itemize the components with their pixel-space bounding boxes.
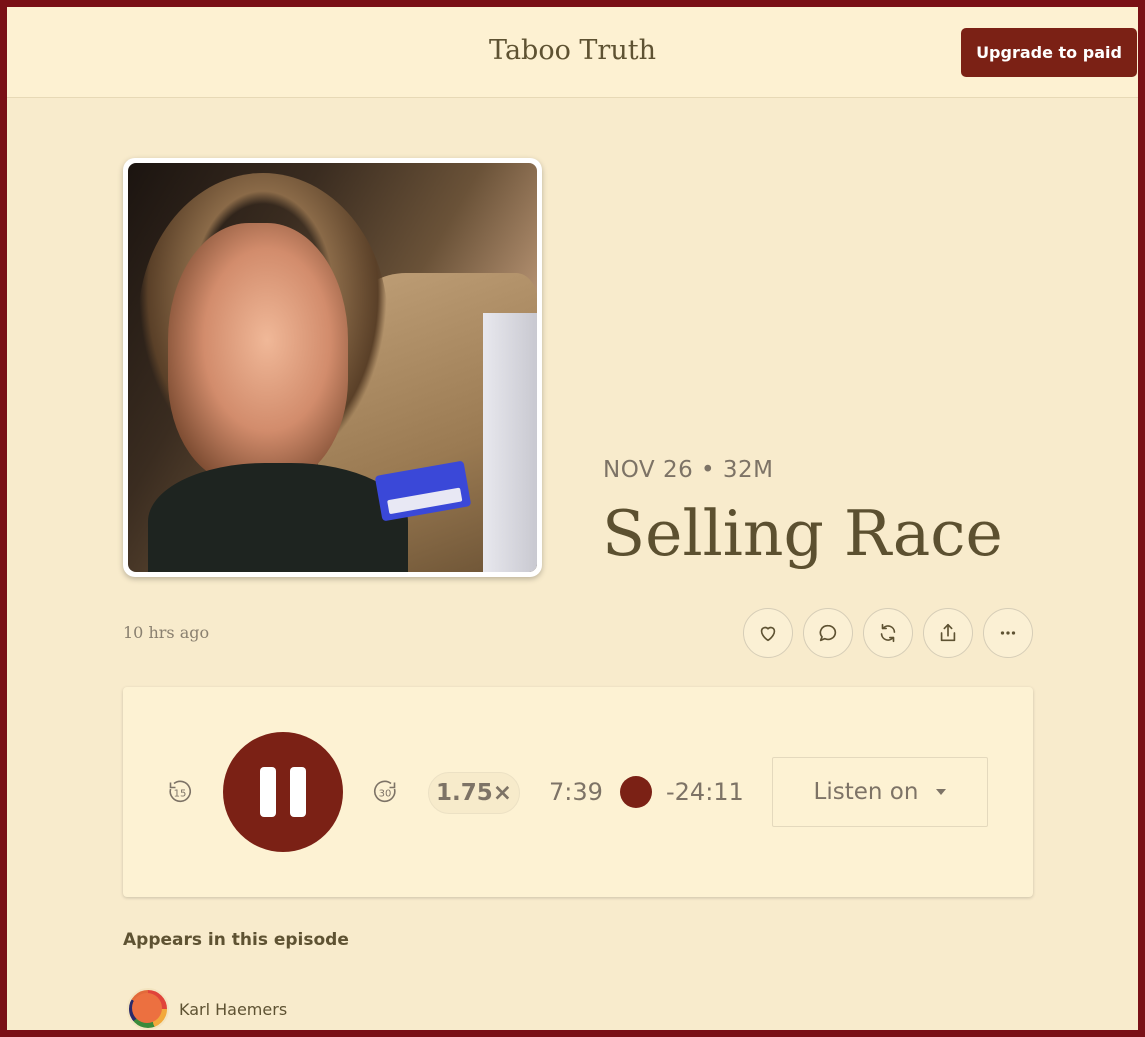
action-bar [743, 608, 1033, 658]
skip-forward-30-icon[interactable]: 30 [371, 778, 399, 806]
remaining-time: -24:11 [666, 778, 744, 806]
scrubber-handle[interactable] [620, 776, 652, 808]
more-button[interactable] [983, 608, 1033, 658]
pause-icon-bar [260, 767, 276, 817]
svg-text:30: 30 [379, 789, 392, 800]
ellipsis-icon [1000, 631, 1016, 635]
guest-name: Karl Haemers [179, 999, 288, 1019]
episode-title: Selling Race [602, 497, 1003, 570]
episode-meta: NOV 26 • 32M [603, 457, 774, 483]
restack-button[interactable] [863, 608, 913, 658]
page: Taboo Truth Upgrade to paid NOV 26 • 32M… [7, 7, 1138, 1030]
share-button[interactable] [923, 608, 973, 658]
audio-player: 15 30 1.75× 7:39 -24:11 Listen on [123, 687, 1033, 897]
upgrade-button[interactable]: Upgrade to paid [961, 28, 1137, 77]
header: Taboo Truth Upgrade to paid [7, 7, 1138, 98]
heart-icon [760, 626, 776, 642]
post-time: 10 hrs ago [123, 623, 210, 642]
comment-icon [819, 624, 837, 642]
skip-back-15-icon[interactable]: 15 [166, 778, 194, 806]
caret-down-icon [936, 789, 947, 795]
guest-item[interactable]: Karl Haemers [127, 988, 287, 1030]
appears-heading: Appears in this episode [123, 930, 349, 950]
avatar [127, 988, 169, 1030]
restack-icon [880, 623, 896, 643]
svg-text:15: 15 [174, 789, 187, 800]
listen-on-dropdown[interactable]: Listen on [772, 757, 988, 827]
episode-cover-image [123, 158, 542, 577]
comment-button[interactable] [803, 608, 853, 658]
pause-button[interactable] [223, 732, 343, 852]
elapsed-time: 7:39 [549, 778, 603, 806]
share-icon [940, 623, 956, 642]
listen-on-label: Listen on [813, 779, 919, 805]
pause-icon-bar [290, 767, 306, 817]
playback-speed-button[interactable]: 1.75× [428, 772, 520, 814]
like-button[interactable] [743, 608, 793, 658]
